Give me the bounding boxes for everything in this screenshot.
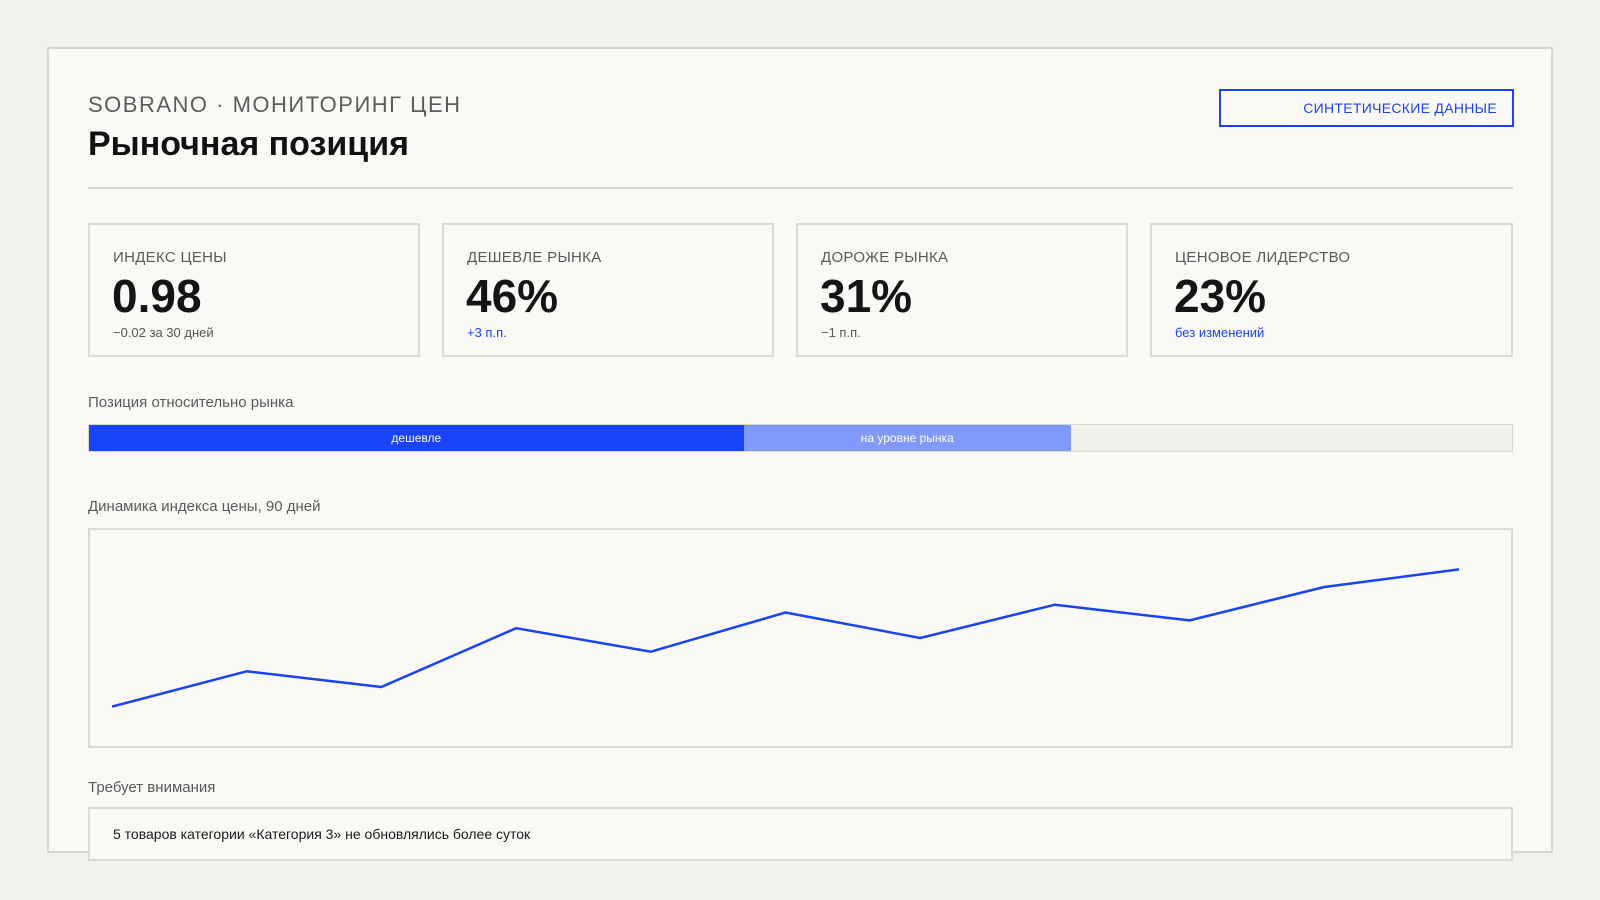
attention-message: 5 товаров категории «Категория 3» не обн… xyxy=(113,826,531,842)
market-position-bar: дешевле на уровне рынка xyxy=(88,424,1513,452)
kpi-delta: −0.02 за 30 дней xyxy=(113,325,214,340)
kpi-card-leadership: ЦЕНОВОЕ ЛИДЕРСТВО 23% без изменений xyxy=(1150,223,1513,357)
kpi-delta: +3 п.п. xyxy=(467,325,507,340)
price-index-line xyxy=(111,568,1460,708)
position-title: Позиция относительно рынка xyxy=(88,394,294,411)
kpi-card-cheaper: ДЕШЕВЛЕ РЫНКА 46% +3 п.п. xyxy=(442,223,774,357)
kpi-card-price-index: ИНДЕКС ЦЕНЫ 0.98 −0.02 за 30 дней xyxy=(88,223,420,357)
kpi-label: ДОРОЖЕ РЫНКА xyxy=(821,249,949,266)
kpi-label: ЦЕНОВОЕ ЛИДЕРСТВО xyxy=(1175,249,1351,266)
kpi-label: ДЕШЕВЛЕ РЫНКА xyxy=(467,249,602,266)
kpi-card-pricier: ДОРОЖЕ РЫНКА 31% −1 п.п. xyxy=(796,223,1128,357)
kpi-value: 46% xyxy=(466,270,559,322)
attention-alert: 5 товаров категории «Категория 3» не обн… xyxy=(88,807,1513,861)
header-divider xyxy=(88,187,1513,189)
kpi-delta: −1 п.п. xyxy=(821,325,861,340)
segment-cheaper: дешевле xyxy=(89,425,744,451)
attention-title: Требует внимания xyxy=(88,779,216,796)
kpi-label: ИНДЕКС ЦЕНЫ xyxy=(113,249,227,266)
app-eyebrow: SOBRANO · МОНИТОРИНГ ЦЕН xyxy=(88,92,462,117)
kpi-value: 23% xyxy=(1174,270,1267,322)
kpi-delta: без изменений xyxy=(1175,325,1265,340)
kpi-value: 31% xyxy=(820,270,913,322)
synthetic-data-badge: СИНТЕТИЧЕСКИЕ ДАННЫЕ xyxy=(1219,89,1514,127)
segment-pricier xyxy=(1071,425,1512,451)
kpi-value: 0.98 xyxy=(112,270,202,322)
chart-title: Динамика индекса цены, 90 дней xyxy=(88,498,321,515)
price-index-chart-svg xyxy=(111,568,1460,708)
price-index-chart xyxy=(88,528,1513,748)
segment-at-market: на уровне рынка xyxy=(743,425,1071,451)
page-title: Рыночная позиция xyxy=(88,125,409,163)
